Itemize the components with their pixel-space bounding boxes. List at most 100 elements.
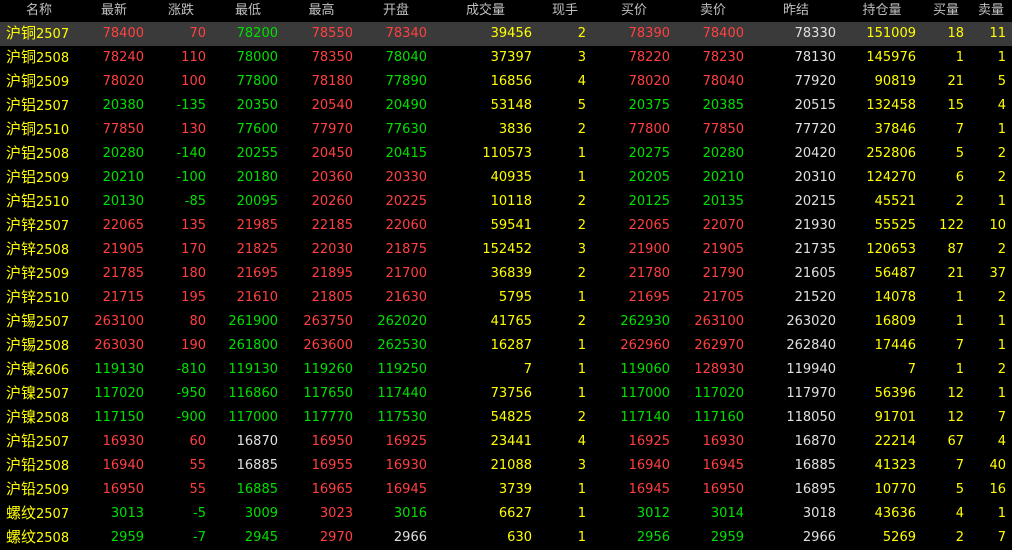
quote-row[interactable]: 沪铜2509 78020 100 77800 78180 77890 16856 4 78020…: [0, 70, 1012, 94]
quote-row[interactable]: 沪镍2606 119130 -810 119130 119260 119250 7 1 1190…: [0, 358, 1012, 382]
contract-name[interactable]: 沪锌2508: [0, 238, 78, 262]
bid-price: 262930: [620, 314, 670, 329]
open-interest: 10770: [874, 482, 916, 497]
quote-row[interactable]: 沪镍2507 117020 -950 116860 117650 117440 73756 1…: [0, 382, 1012, 406]
open-interest: 56396: [874, 386, 916, 401]
column-header-high[interactable]: 最高: [284, 0, 359, 22]
current-hand: 4: [577, 74, 586, 89]
open-price: 16945: [385, 482, 427, 497]
quote-row[interactable]: 沪锡2508 263030 190 261800 263600 262530 16287 1 2…: [0, 334, 1012, 358]
quote-row[interactable]: 沪铅2509 16950 55 16885 16965 16945 3739 1 16945 16…: [0, 478, 1012, 502]
column-header-open[interactable]: 开盘: [359, 0, 433, 22]
column-header-ask[interactable]: 卖价: [676, 0, 750, 22]
contract-name[interactable]: 沪铜2508: [0, 46, 78, 70]
contract-name[interactable]: 沪铜2510: [0, 118, 78, 142]
quote-row[interactable]: 沪镍2508 117150 -900 117000 117770 117530 54825 2…: [0, 406, 1012, 430]
ask-price: 16950: [702, 482, 744, 497]
change: -85: [184, 194, 206, 209]
current-hand: 1: [577, 290, 586, 305]
contract-name[interactable]: 沪锡2508: [0, 334, 78, 358]
bid-price: 78020: [628, 74, 670, 89]
bid-qty: 1: [955, 314, 964, 329]
change: -100: [176, 170, 206, 185]
column-header-vol[interactable]: 成交量: [433, 0, 538, 22]
column-header-askq[interactable]: 卖量: [970, 0, 1012, 22]
quote-row[interactable]: 沪铜2507 78400 70 78200 78550 78340 39456 2 78390 7…: [0, 22, 1012, 46]
column-header-oi[interactable]: 持仓量: [842, 0, 922, 22]
ask-qty: 1: [997, 50, 1006, 65]
contract-name[interactable]: 螺纹2508: [0, 526, 78, 550]
column-header-chg[interactable]: 涨跌: [150, 0, 212, 22]
contract-name[interactable]: 沪锌2509: [0, 262, 78, 286]
quote-row[interactable]: 沪铜2510 77850 130 77600 77970 77630 3836 2 77800 7…: [0, 118, 1012, 142]
prev-settle: 263020: [786, 314, 836, 329]
column-header-hand[interactable]: 现手: [538, 0, 592, 22]
last-price: 263100: [94, 314, 144, 329]
open-interest: 91701: [874, 410, 916, 425]
volume: 5795: [498, 290, 532, 305]
bid-price: 20205: [628, 170, 670, 185]
change: 130: [181, 122, 206, 137]
contract-name[interactable]: 沪镍2507: [0, 382, 78, 406]
contract-name[interactable]: 沪铅2507: [0, 430, 78, 454]
prev-settle: 21520: [794, 290, 836, 305]
quote-row[interactable]: 沪锌2509 21785 180 21695 21895 21700 36839 2 21780…: [0, 262, 1012, 286]
contract-name[interactable]: 沪铝2507: [0, 94, 78, 118]
contract-name[interactable]: 沪铅2508: [0, 454, 78, 478]
ask-qty: 1: [997, 194, 1006, 209]
contract-name[interactable]: 沪镍2508: [0, 406, 78, 430]
high-price: 263750: [303, 314, 353, 329]
contract-name[interactable]: 沪铜2509: [0, 70, 78, 94]
column-header-low[interactable]: 最低: [212, 0, 284, 22]
contract-name[interactable]: 螺纹2507: [0, 502, 78, 526]
contract-name[interactable]: 沪铝2509: [0, 166, 78, 190]
quote-row[interactable]: 沪铝2510 20130 -85 20095 20260 20225 10118 2 20125…: [0, 190, 1012, 214]
quote-row[interactable]: 沪锌2507 22065 135 21985 22185 22060 59541 2 22065…: [0, 214, 1012, 238]
contract-name[interactable]: 沪铜2507: [0, 22, 78, 46]
ask-price: 263100: [694, 314, 744, 329]
bid-price: 119060: [620, 362, 670, 377]
open-price: 16925: [385, 434, 427, 449]
contract-name[interactable]: 沪铝2508: [0, 142, 78, 166]
bid-qty: 67: [947, 434, 964, 449]
low-price: 2945: [244, 530, 278, 545]
high-price: 117770: [303, 410, 353, 425]
quote-row[interactable]: 沪铅2508 16940 55 16885 16955 16930 21088 3 16940 1…: [0, 454, 1012, 478]
quote-row[interactable]: 沪锌2508 21905 170 21825 22030 21875 152452 3 2190…: [0, 238, 1012, 262]
contract-name[interactable]: 沪锡2507: [0, 310, 78, 334]
column-header-bid[interactable]: 买价: [592, 0, 676, 22]
quote-row[interactable]: 沪铅2507 16930 60 16870 16950 16925 23441 4 16925 1…: [0, 430, 1012, 454]
column-header-last[interactable]: 最新: [78, 0, 150, 22]
contract-name[interactable]: 沪锌2507: [0, 214, 78, 238]
quote-row[interactable]: 螺纹2508 2959 -7 2945 2970 2966 630 1 2956 2959 2966…: [0, 526, 1012, 550]
contract-name[interactable]: 沪铝2510: [0, 190, 78, 214]
contract-code: 2507: [36, 435, 70, 450]
quote-row[interactable]: 沪铜2508 78240 110 78000 78350 78040 37397 3 78220…: [0, 46, 1012, 70]
low-price: 16885: [236, 482, 278, 497]
ask-qty: 11: [970, 22, 1012, 46]
current-hand: 3: [577, 458, 586, 473]
quote-row[interactable]: 沪铝2508 20280 -140 20255 20450 20415 110573 1 202…: [0, 142, 1012, 166]
contract-name[interactable]: 沪镍2606: [0, 358, 78, 382]
quote-row[interactable]: 螺纹2507 3013 -5 3009 3023 3016 6627 1 3012 3014 301…: [0, 502, 1012, 526]
low-price: 21695: [236, 266, 278, 281]
quote-row[interactable]: 沪锡2507 263100 80 261900 263750 262020 41765 2 26…: [0, 310, 1012, 334]
volume: 16856: [490, 74, 532, 89]
bid-price: 20275: [628, 146, 670, 161]
quote-table: 名称 最新 涨跌 最低 最高 开盘 成交量 现手 买价 卖价 昨结 持仓量 买量 卖量 沪铜2507 784…: [0, 0, 1012, 550]
contract-name[interactable]: 沪锌2510: [0, 286, 78, 310]
high-price: 2970: [319, 530, 353, 545]
volume: 39456: [433, 22, 538, 46]
quote-row[interactable]: 沪锌2510 21715 195 21610 21805 21630 5795 1 21695 2…: [0, 286, 1012, 310]
column-header-bidq[interactable]: 买量: [922, 0, 970, 22]
open-price: 117440: [377, 386, 427, 401]
current-hand: 1: [577, 386, 586, 401]
quote-row[interactable]: 沪铝2509 20210 -100 20180 20360 20330 40935 1 2020…: [0, 166, 1012, 190]
contract-product: 沪铜: [6, 24, 37, 42]
contract-name[interactable]: 沪铅2509: [0, 478, 78, 502]
quote-row[interactable]: 沪铝2507 20380 -135 20350 20540 20490 53148 5 2037…: [0, 94, 1012, 118]
last-price: 21715: [102, 290, 144, 305]
column-header-name[interactable]: 名称: [0, 0, 78, 22]
last-price: 263030: [94, 338, 144, 353]
column-header-pre[interactable]: 昨结: [750, 0, 842, 22]
